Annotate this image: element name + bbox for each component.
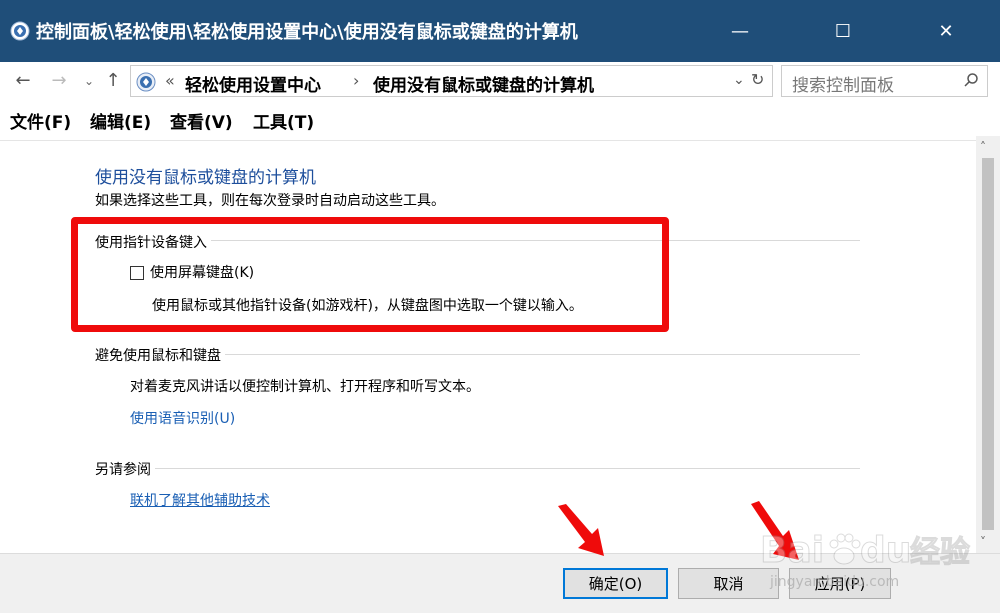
breadcrumb-current-page[interactable]: 使用没有鼠标或键盘的计算机 <box>373 71 594 96</box>
red-arrow-icon <box>558 504 604 556</box>
speech-recognition-link[interactable]: 使用语音识别(U) <box>130 408 235 428</box>
watermark-brand-2: du <box>860 530 911 571</box>
section-title-see-also: 另请参阅 <box>95 459 155 479</box>
section-divider <box>95 468 860 469</box>
search-placeholder: 搜索控制面板 <box>792 76 894 96</box>
assistive-tech-link[interactable]: 联机了解其他辅助技术 <box>130 490 270 510</box>
red-highlight-box <box>71 217 669 332</box>
close-button[interactable]: ✕ <box>911 0 981 62</box>
control-panel-icon <box>136 72 156 92</box>
minimize-button[interactable]: — <box>705 0 775 62</box>
window-title: 控制面板\轻松使用\轻松使用设置中心\使用没有鼠标或键盘的计算机 <box>36 22 578 43</box>
page-subtitle: 如果选择这些工具，则在每次登录时自动启动这些工具。 <box>95 193 445 209</box>
maximize-button[interactable]: ☐ <box>808 0 878 62</box>
address-box[interactable]: « 轻松使用设置中心 › 使用没有鼠标或键盘的计算机 ⌄ ↻ <box>130 65 773 97</box>
menu-view[interactable]: 查看(V) <box>170 108 233 133</box>
search-icon[interactable] <box>963 72 979 88</box>
watermark-suffix: 经验 <box>910 535 970 570</box>
breadcrumb-ease-of-access-center[interactable]: 轻松使用设置中心 <box>185 71 321 96</box>
search-input[interactable]: 搜索控制面板 <box>781 65 988 97</box>
address-bar: ← → ⌄ ↑ « 轻松使用设置中心 › 使用没有鼠标或键盘的计算机 ⌄ ↻ 搜… <box>0 62 1000 100</box>
menu-tools[interactable]: 工具(T) <box>253 108 314 133</box>
back-button[interactable]: ← <box>12 70 34 91</box>
watermark-url: jingyan.baidu.com <box>769 574 899 590</box>
recent-locations-button[interactable]: ⌄ <box>78 74 100 88</box>
baidu-watermark-icon: Bai du 经验 jingyan.baidu.com <box>760 530 971 591</box>
overflow-chevron-icon[interactable]: « <box>165 71 175 90</box>
ok-button[interactable]: 确定(O) <box>563 568 668 599</box>
refresh-icon[interactable]: ↻ <box>751 70 764 89</box>
watermark-brand: Bai <box>760 530 824 571</box>
up-button[interactable]: ↑ <box>102 70 124 91</box>
address-dropdown-icon[interactable]: ⌄ <box>733 72 745 88</box>
section-title-avoid-mouse-keyboard: 避免使用鼠标和键盘 <box>95 345 225 365</box>
vertical-scrollbar[interactable]: ˄ ˅ <box>976 136 1000 553</box>
menu-edit[interactable]: 编辑(E) <box>90 108 151 133</box>
menu-bar: 文件(F) 编辑(E) 查看(V) 工具(T) <box>0 102 1000 136</box>
scroll-thumb[interactable] <box>982 158 994 530</box>
breadcrumb-separator-icon[interactable]: › <box>353 71 359 90</box>
page-title: 使用没有鼠标或键盘的计算机 <box>95 168 316 188</box>
control-panel-icon <box>10 21 30 41</box>
content-pane: 使用没有鼠标或键盘的计算机 如果选择这些工具，则在每次登录时自动启动这些工具。 … <box>0 140 976 553</box>
scroll-up-icon[interactable]: ˄ <box>980 140 986 154</box>
menu-file[interactable]: 文件(F) <box>10 108 71 133</box>
title-bar: 控制面板\轻松使用\轻松使用设置中心\使用没有鼠标或键盘的计算机 — ☐ ✕ <box>0 0 1000 62</box>
speech-recognition-description: 对着麦克风讲话以便控制计算机、打开程序和听写文本。 <box>130 379 480 395</box>
forward-button[interactable]: → <box>48 70 70 91</box>
